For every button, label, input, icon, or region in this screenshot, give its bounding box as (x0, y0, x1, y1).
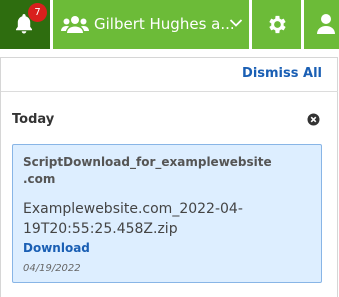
user-name: Gilbert Hughes a... (94, 15, 235, 33)
notification-card: ScriptDownload_for_examplewebsite .com E… (12, 144, 322, 283)
filename-line: Examplewebsite.com_2022-04- (23, 201, 243, 217)
notification-title-line: .com (23, 172, 56, 186)
settings-button[interactable] (252, 0, 301, 49)
gear-icon (269, 15, 286, 34)
notification-date: 04/19/2022 (23, 263, 81, 274)
user-menu-dropdown[interactable]: Gilbert Hughes a... (53, 0, 249, 49)
person-icon (317, 14, 335, 34)
chevron-down-icon (229, 19, 243, 27)
notification-count-badge: 7 (28, 3, 47, 22)
profile-button[interactable] (304, 0, 339, 49)
divider (1, 91, 338, 92)
filename-line: 19T20:55:25.458Z.zip (23, 221, 178, 237)
section-title: Today (12, 112, 55, 127)
notification-title: ScriptDownload_for_examplewebsite .com (23, 154, 319, 188)
notification-filename: Examplewebsite.com_2022-04- 19T20:55:25.… (23, 199, 319, 239)
notifications-button[interactable]: 7 (0, 0, 50, 49)
dismiss-all-link[interactable]: Dismiss All (242, 66, 322, 81)
users-icon (61, 16, 89, 33)
notifications-panel: Dismiss All Today ScriptDownload_for_exa… (0, 57, 338, 297)
download-link[interactable]: Download (23, 241, 90, 255)
top-bar: 7 Gilbert Hughes a... (0, 0, 339, 50)
close-icon[interactable] (307, 113, 320, 126)
notification-title-line: ScriptDownload_for_examplewebsite (23, 155, 272, 169)
